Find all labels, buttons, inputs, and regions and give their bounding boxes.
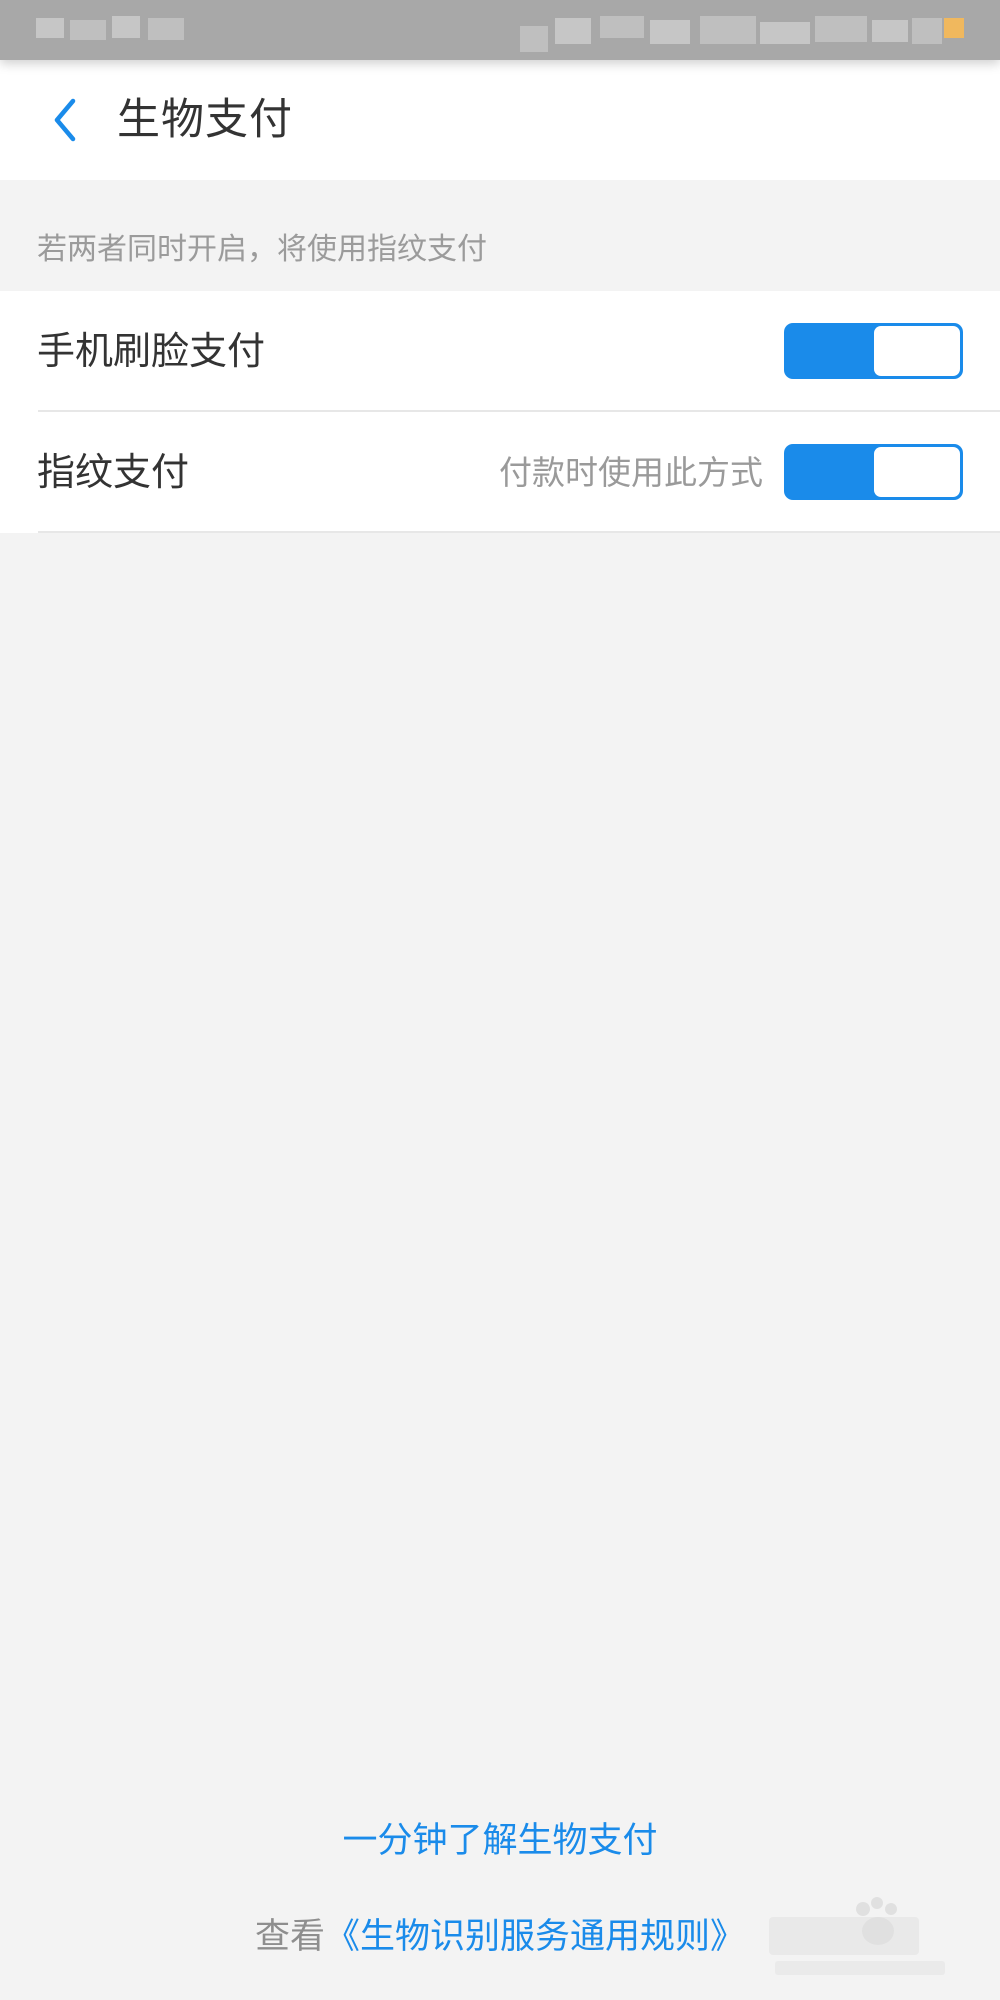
- status-bar-blurred-block: [760, 22, 810, 44]
- header-bar: 生物支付: [0, 60, 1000, 180]
- face-pay-label: 手机刷脸支付: [37, 329, 266, 373]
- status-bar-blurred-block: [700, 16, 756, 44]
- status-bar-blurred-block: [912, 18, 942, 44]
- fingerprint-pay-toggle[interactable]: [784, 444, 963, 500]
- rules-line: 查看《生物识别服务通用规则》: [255, 1908, 745, 1959]
- status-bar-blurred-block: [815, 16, 867, 42]
- battery-icon: [944, 18, 964, 38]
- toggle-knob: [874, 447, 960, 497]
- chevron-left-icon: [54, 98, 76, 142]
- fingerprint-pay-label: 指纹支付: [37, 450, 190, 494]
- status-bar-blurred-block: [112, 16, 140, 38]
- status-bar-blurred-block: [520, 26, 548, 52]
- settings-list: 手机刷脸支付 指纹支付 付款时使用此方式: [0, 291, 1000, 533]
- baidu-watermark-logo: [769, 1897, 945, 1975]
- setting-row-fingerprint-pay: 指纹支付 付款时使用此方式: [0, 412, 1000, 533]
- learn-biometric-pay-link[interactable]: 一分钟了解生物支付: [0, 1812, 1000, 1863]
- page-title: 生物支付: [117, 95, 293, 145]
- status-bar: [0, 0, 1000, 60]
- setting-row-face-pay: 手机刷脸支付: [0, 291, 1000, 412]
- status-bar-blurred-block: [555, 18, 591, 44]
- row-divider: [38, 531, 1000, 533]
- face-pay-toggle[interactable]: [784, 323, 963, 379]
- status-bar-blurred-block: [600, 16, 644, 38]
- toggle-knob: [874, 326, 960, 376]
- status-bar-blurred-block: [872, 20, 908, 42]
- status-bar-blurred-block: [650, 20, 690, 44]
- rules-prefix: 查看: [255, 1917, 326, 1957]
- back-button[interactable]: [30, 80, 100, 160]
- status-bar-blurred-block: [36, 18, 64, 38]
- fingerprint-pay-sublabel: 付款时使用此方式: [499, 453, 763, 492]
- status-bar-blurred-block: [148, 18, 184, 40]
- hint-text: 若两者同时开启，将使用指纹支付: [37, 232, 487, 267]
- biometric-rules-link[interactable]: 《生物识别服务通用规则》: [325, 1917, 745, 1957]
- status-bar-blurred-block: [70, 20, 106, 40]
